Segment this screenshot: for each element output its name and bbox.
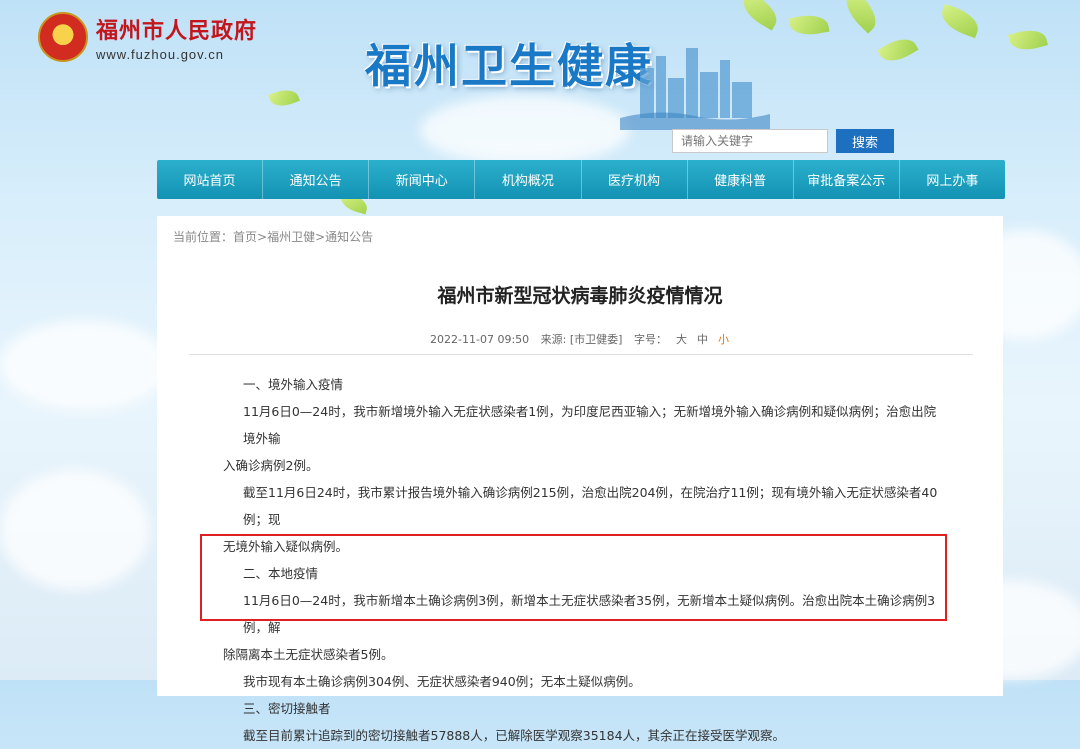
paragraph-continuation: 无境外输入疑似病例。 [223,539,349,554]
article-source: 来源: [市卫健委] [540,333,623,346]
leaf-decoration [937,3,983,39]
breadcrumb: 当前位置：首页>福州卫健>通知公告 [173,228,373,245]
paragraph: 11月6日0—24时，我市新增本土确诊病例3例，新增本土无症状感染者35例，无新… [243,593,936,635]
paragraph: 截至11月6日24时，我市累计报告境外输入确诊病例215例，治愈出院204例，在… [243,485,938,527]
paragraph: 11月6日0—24时，我市新增境外输入无症状感染者1例，为印度尼西亚输入；无新增… [243,404,937,446]
cloud-decoration [0,320,170,410]
leaf-decoration [268,85,300,111]
divider [189,354,973,355]
leaf-decoration [838,0,884,34]
gov-name: 福州市人民政府 [96,17,258,44]
breadcrumb-home[interactable]: 首页 [233,230,257,244]
gov-logo[interactable]: 福州市人民政府 www.fuzhou.gov.cn [38,12,257,62]
nav-item-news[interactable]: 新闻中心 [369,160,476,199]
font-size-medium-button[interactable]: 中 [697,333,708,346]
breadcrumb-prefix: 当前位置： [173,230,234,244]
section-heading: 一、境外输入疫情 [243,377,344,392]
section-heading: 二、本地疫情 [243,566,319,581]
nav-item-health-science[interactable]: 健康科普 [688,160,794,199]
search-bar: 搜索 [672,129,894,153]
article-meta: 2022-11-07 09:50 来源: [市卫健委] 字号： 大中小 [157,331,1003,347]
leaf-decoration [737,0,783,31]
gov-url: www.fuzhou.gov.cn [96,46,225,62]
leaf-decoration [788,11,830,39]
paragraph-continuation: 入确诊病例2例。 [223,458,319,473]
city-skyline-illustration [620,48,770,130]
paragraph: 我市现有本土确诊病例304例、无症状感染者940例；无本土疑似病例。 [243,674,641,689]
font-size-label: 字号： [633,333,667,346]
main-nav: 网站首页 通知公告 新闻中心 机构概况 医疗机构 健康科普 审批备案公示 网上办… [157,160,1005,199]
leaf-decoration [1008,25,1048,55]
breadcrumb-notices[interactable]: 通知公告 [325,230,373,244]
section-heading: 三、密切接触者 [243,701,331,716]
search-button[interactable]: 搜索 [836,129,894,153]
national-emblem-icon [38,12,88,62]
breadcrumb-separator: > [315,230,326,244]
paragraph-continuation: 除隔离本土无症状感染者5例。 [223,647,394,662]
cloud-decoration [420,95,630,165]
nav-item-notices[interactable]: 通知公告 [263,160,370,199]
breadcrumb-separator: > [257,230,268,244]
article-body: 一、境外输入疫情 11月6日0—24时，我市新增境外输入无症状感染者1例，为印度… [223,371,947,749]
nav-item-online-services[interactable]: 网上办事 [900,160,1005,199]
nav-item-home[interactable]: 网站首页 [157,160,264,199]
site-title: 福州卫生健康 [365,39,653,93]
article-title: 福州市新型冠状病毒肺炎疫情情况 [437,285,723,307]
leaf-decoration [877,32,919,68]
font-size-small-button[interactable]: 小 [718,333,729,346]
nav-item-medical-institutions[interactable]: 医疗机构 [582,160,688,199]
article-date: 2022-11-07 09:50 [430,333,530,346]
nav-item-approval-publicity[interactable]: 审批备案公示 [794,160,900,199]
article-panel: 当前位置：首页>福州卫健>通知公告 福州市新型冠状病毒肺炎疫情情况 2022-1… [157,216,1003,743]
cloud-decoration [0,470,150,590]
font-size-large-button[interactable]: 大 [676,333,687,346]
nav-item-organization[interactable]: 机构概况 [475,160,582,199]
paragraph: 截至目前累计追踪到的密切接触者57888人，已解除医学观察35184人，其余正在… [243,728,786,743]
breadcrumb-fuzhou-health[interactable]: 福州卫健 [267,230,315,244]
search-input[interactable] [672,129,828,153]
